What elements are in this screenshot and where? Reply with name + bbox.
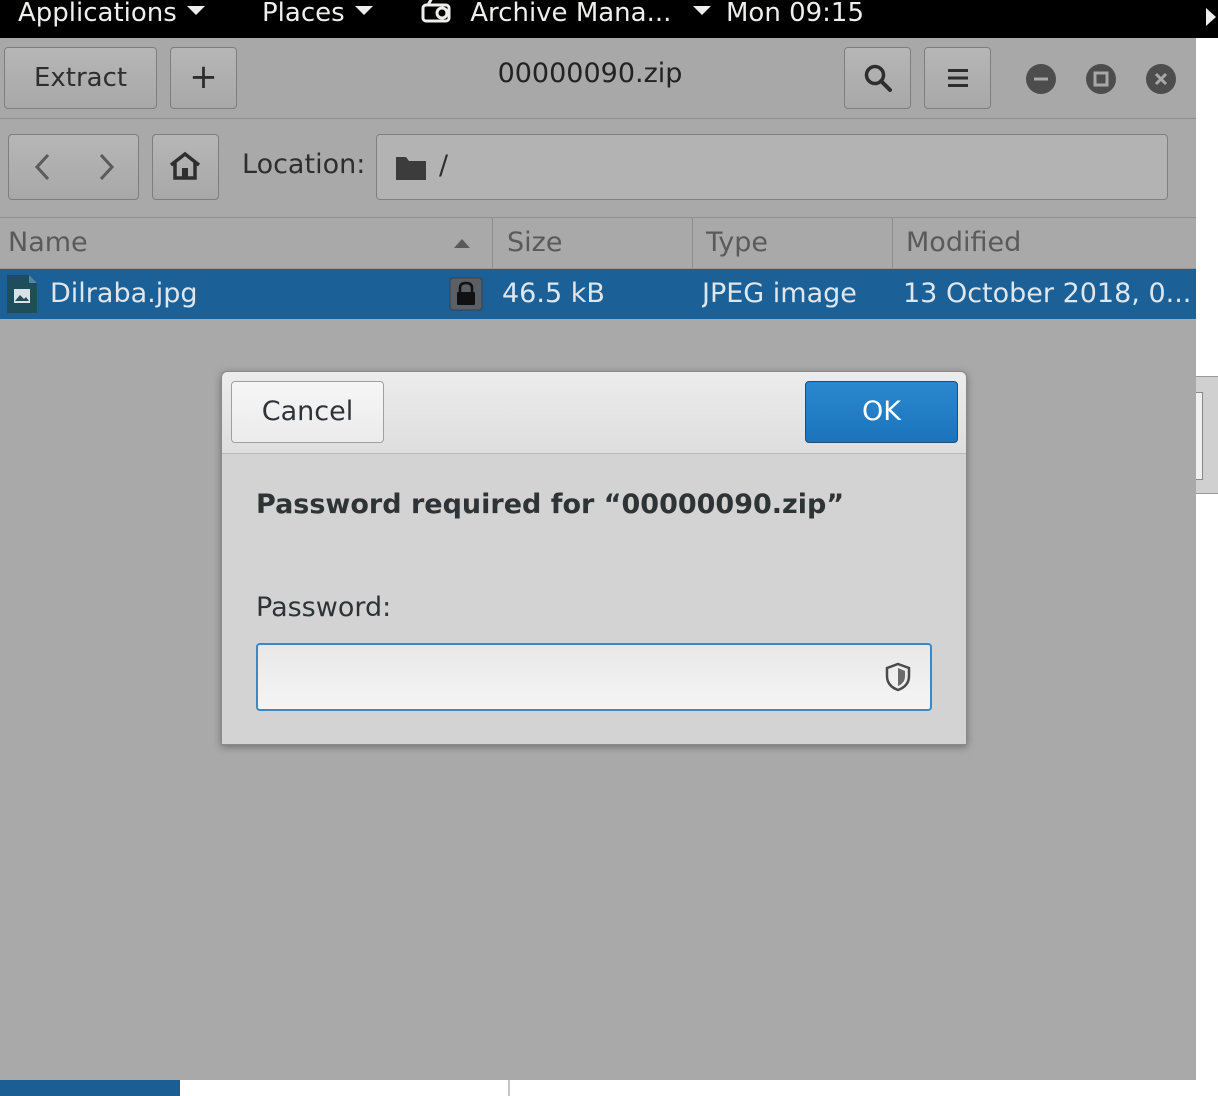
location-bar: Location: / <box>0 119 1196 218</box>
chevron-down-icon <box>186 6 205 15</box>
applications-menu-label: Applications <box>18 0 177 28</box>
background-window <box>1196 38 1218 1080</box>
minimize-button[interactable] <box>1026 64 1056 94</box>
password-label: Password: <box>256 592 392 623</box>
minimize-icon <box>1026 64 1056 94</box>
ok-button[interactable]: OK <box>805 381 958 443</box>
add-files-button[interactable]: + <box>170 47 237 109</box>
column-header-size[interactable]: Size <box>492 218 692 268</box>
chevron-right-icon <box>99 153 115 181</box>
column-header-type[interactable]: Type <box>692 218 892 268</box>
chevron-left-icon <box>34 153 50 181</box>
header-bar: Extract + 00000090.zip <box>0 38 1196 119</box>
clock[interactable]: Mon 09:15 <box>726 0 864 32</box>
nav-button-group <box>8 134 139 200</box>
file-name: Dilraba.jpg <box>50 278 198 309</box>
places-menu-label: Places <box>262 0 345 28</box>
shield-icon[interactable] <box>885 662 911 692</box>
location-path: / <box>439 150 449 181</box>
folder-icon <box>396 157 426 180</box>
file-modified: 13 October 2018, 0... <box>903 278 1192 309</box>
password-required-message: Password required for “00000090.zip” <box>256 489 845 520</box>
chevron-down-icon <box>693 6 712 15</box>
search-button[interactable] <box>844 47 911 109</box>
file-type: JPEG image <box>702 278 857 309</box>
places-menu[interactable]: Places <box>262 0 373 32</box>
password-dialog: Cancel OK Password required for “0000009… <box>221 371 967 745</box>
cancel-button[interactable]: Cancel <box>231 381 384 443</box>
background-panel <box>0 1080 1218 1096</box>
back-button[interactable] <box>9 135 74 199</box>
home-button[interactable] <box>152 134 219 200</box>
file-size: 46.5 kB <box>502 278 605 309</box>
window-title: 00000090.zip <box>497 58 683 89</box>
chevron-down-icon <box>354 6 373 15</box>
applications-menu[interactable]: Applications <box>18 0 205 32</box>
maximize-icon <box>1086 64 1116 94</box>
active-app-menu[interactable]: Archive Mana... <box>420 0 712 32</box>
close-window-button[interactable] <box>1146 64 1176 94</box>
password-field[interactable] <box>256 643 932 711</box>
column-header-name-label: Name <box>8 227 88 258</box>
background-selection <box>0 1080 180 1096</box>
search-icon <box>864 64 892 92</box>
close-icon <box>1146 64 1176 94</box>
forward-button[interactable] <box>74 135 138 199</box>
dialog-header-bar: Cancel OK <box>222 372 966 454</box>
location-label: Location: <box>242 149 366 180</box>
extract-button[interactable]: Extract <box>4 47 157 109</box>
image-file-icon <box>7 275 37 313</box>
home-icon <box>169 151 201 180</box>
lock-icon <box>449 277 483 311</box>
menu-button[interactable] <box>924 47 991 109</box>
system-menu-arrow-icon[interactable] <box>1206 8 1216 26</box>
column-header-name[interactable]: Name <box>0 218 492 268</box>
sort-ascending-icon <box>454 239 470 248</box>
hamburger-menu-icon <box>948 69 968 87</box>
table-row[interactable]: Dilraba.jpg 46.5 kB JPEG image 13 Octobe… <box>0 269 1196 319</box>
background-window-button <box>1196 392 1203 480</box>
active-app-label: Archive Mana... <box>470 0 672 28</box>
maximize-button[interactable] <box>1086 64 1116 94</box>
archive-manager-icon <box>421 0 451 22</box>
column-header-modified[interactable]: Modified <box>892 218 1196 268</box>
background-divider <box>508 1080 510 1096</box>
top-panel: Applications Places Archive Mana... Mon … <box>0 0 1218 38</box>
column-headers: Name Size Type Modified <box>0 218 1196 269</box>
location-field[interactable]: / <box>376 134 1168 200</box>
